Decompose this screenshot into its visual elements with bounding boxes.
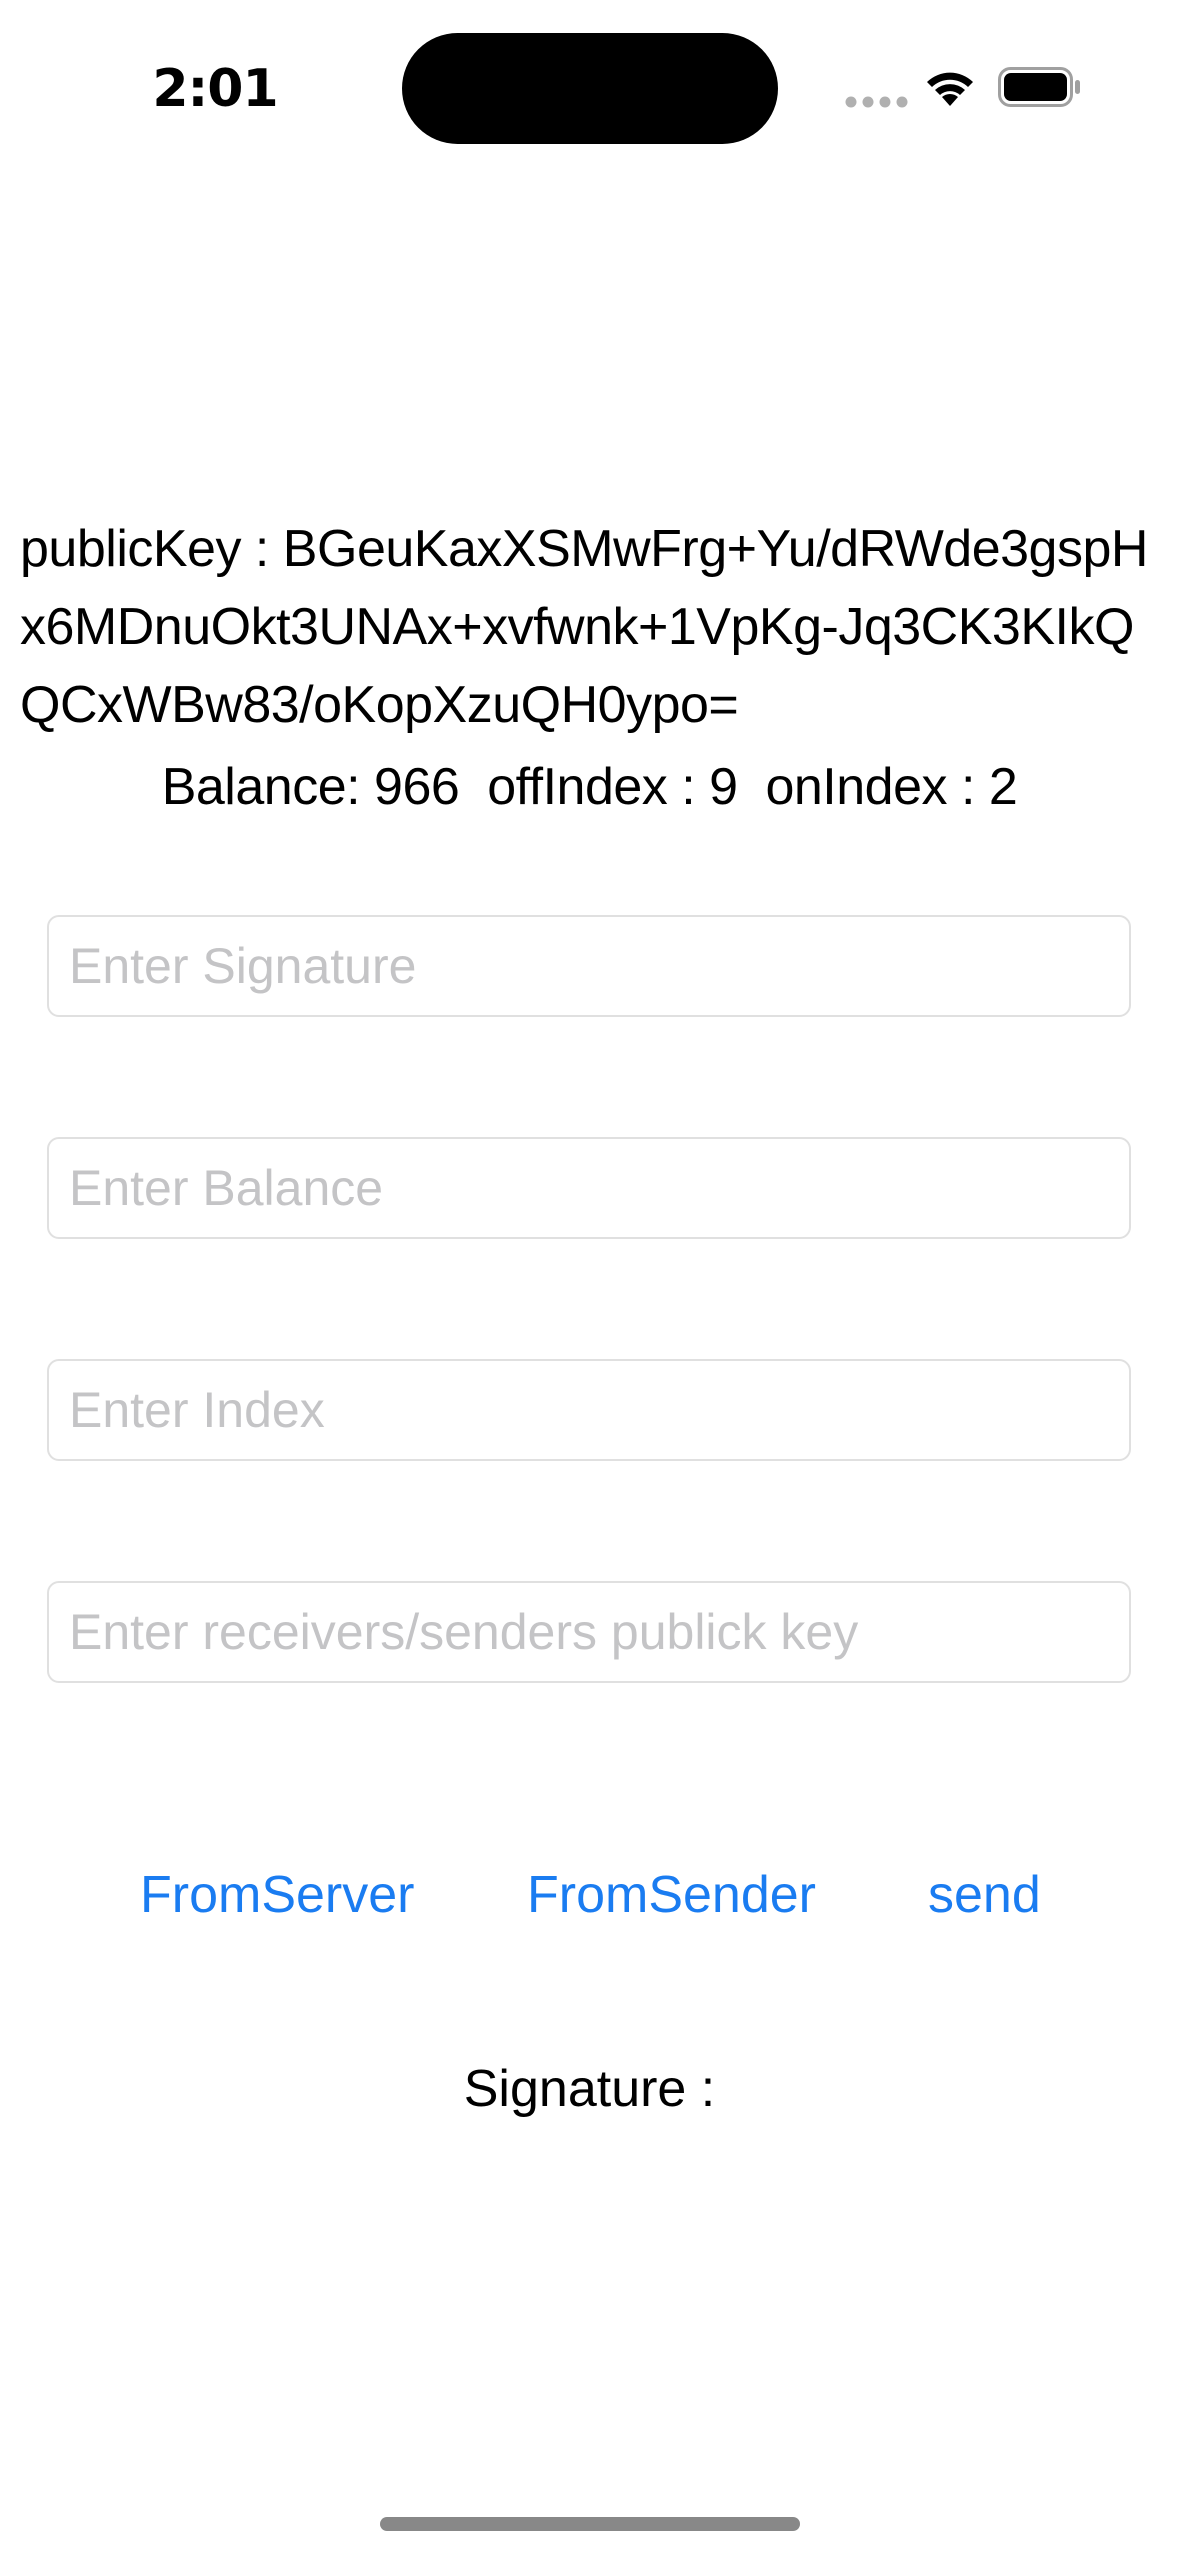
on-index-label: onIndex : <box>765 758 975 816</box>
signal-dots-icon <box>845 96 908 108</box>
balance-label: Balance: <box>161 758 361 816</box>
balance-value: 966 <box>374 758 460 816</box>
key-info: publicKey : BGeuKaxXSMwFrg+Yu/dRWde3gspH… <box>20 510 1170 744</box>
battery-icon <box>998 67 1080 107</box>
send-button[interactable]: send <box>928 1855 1041 1935</box>
dynamic-island <box>402 33 778 144</box>
off-index-value: 9 <box>709 758 738 816</box>
status-time: 2:01 <box>152 59 278 119</box>
balance-line: Balance: 966 offIndex : 9 onIndex : 2 <box>0 748 1179 826</box>
from-server-button[interactable]: FromServer <box>140 1855 414 1935</box>
public-key-input[interactable] <box>47 1581 1131 1683</box>
signature-result-label: Signature : <box>463 2060 716 2118</box>
signature-input[interactable] <box>47 915 1131 1017</box>
wifi-icon <box>927 72 973 106</box>
from-sender-button[interactable]: FromSender <box>527 1855 816 1935</box>
public-key-text: publicKey : BGeuKaxXSMwFrg+Yu/dRWde3gspH… <box>20 520 1148 734</box>
home-indicator[interactable] <box>380 2517 800 2531</box>
balance-input[interactable] <box>47 1137 1131 1239</box>
on-index-value: 2 <box>988 758 1018 816</box>
off-index-label: offIndex : <box>487 758 696 816</box>
index-input[interactable] <box>47 1359 1131 1461</box>
